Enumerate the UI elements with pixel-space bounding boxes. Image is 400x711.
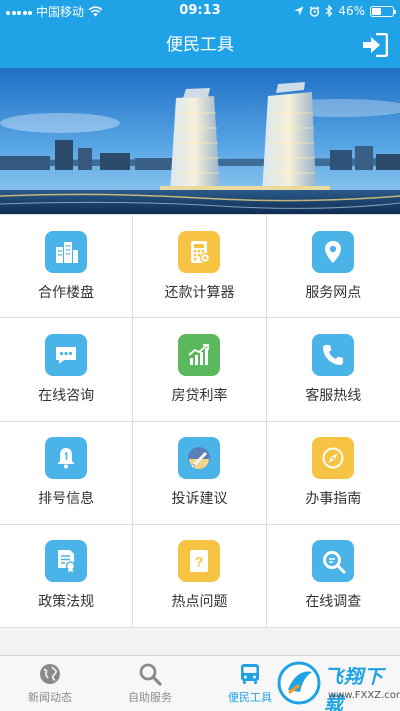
city-skyline-illustration xyxy=(0,68,400,214)
tool-item[interactable]: 投诉建议 xyxy=(133,421,267,525)
watermark-title: 飞翔下载 xyxy=(324,666,385,711)
nav-bar: 便民工具 xyxy=(0,22,400,68)
status-right: 46% xyxy=(294,0,396,22)
phone-icon xyxy=(312,333,355,376)
tool-item[interactable]: 排号信息 xyxy=(0,421,134,525)
bluetooth-icon xyxy=(325,5,333,17)
watermark: 飞翔下载 www.FXXZ.com xyxy=(276,660,400,711)
calculator-icon xyxy=(178,230,221,273)
battery-icon xyxy=(370,5,396,17)
tool-label: 热点问题 xyxy=(171,594,228,611)
svg-text:?: ? xyxy=(195,554,204,570)
tool-label: 投诉建议 xyxy=(171,491,228,508)
battery-percent: 46% xyxy=(338,4,365,18)
alarm-clock-icon xyxy=(309,5,320,17)
tool-label: 合作楼盘 xyxy=(38,284,95,301)
growth-chart-icon xyxy=(178,333,221,376)
tool-label: 办事指南 xyxy=(305,491,362,508)
logout-icon[interactable] xyxy=(362,33,388,57)
tool-item[interactable]: 客服热线 xyxy=(266,318,400,422)
tool-label: 政策法规 xyxy=(38,594,95,611)
tool-label: 服务网点 xyxy=(305,284,362,301)
tab-news[interactable]: 新闻动态 xyxy=(0,656,100,711)
watermark-logo-icon xyxy=(277,661,321,705)
battery-fill xyxy=(372,7,382,15)
tool-label: 房贷利率 xyxy=(171,387,228,404)
tool-grid: 合作楼盘 还款计算器 服务网点在线咨询 房贷利率 客服热线排号信息 投诉建议 办事指南政策法… xyxy=(0,214,400,628)
banner-image[interactable] xyxy=(0,68,400,214)
tool-item[interactable]: 在线调查 xyxy=(266,525,400,628)
status-bar: 中国移动 09:13 46% xyxy=(0,0,400,22)
tool-item[interactable]: 在线咨询 xyxy=(0,318,134,422)
bus-icon xyxy=(241,664,259,684)
location-pin-icon xyxy=(312,230,355,273)
tab-label: 便民工具 xyxy=(228,691,272,704)
location-arrow-icon xyxy=(294,6,304,16)
tool-label: 在线调查 xyxy=(305,594,362,611)
tool-item[interactable]: 办事指南 xyxy=(266,422,400,525)
tool-label: 在线咨询 xyxy=(38,387,95,404)
tool-item[interactable]: 还款计算器 xyxy=(133,215,267,319)
tool-label: 排号信息 xyxy=(38,491,95,508)
compass-icon xyxy=(312,437,355,480)
tab-self-service[interactable]: 自助服务 xyxy=(100,656,200,711)
tool-item[interactable]: ? 热点问题 xyxy=(133,524,267,628)
watermark-url: www.FXXZ.com xyxy=(328,690,400,701)
chat-bubble-icon xyxy=(45,333,88,376)
tool-label: 客服热线 xyxy=(305,387,362,404)
search-survey-icon xyxy=(312,540,355,583)
document-badge-icon xyxy=(45,540,88,583)
search-icon xyxy=(139,663,162,686)
globe-icon xyxy=(40,664,60,684)
buildings-icon xyxy=(45,230,88,273)
tool-item[interactable]: 房贷利率 xyxy=(133,318,267,422)
tool-item[interactable]: 服务网点 xyxy=(266,215,400,319)
bell-icon xyxy=(45,437,88,480)
feedback-pen-icon xyxy=(178,437,221,480)
tool-label: 还款计算器 xyxy=(164,284,235,301)
page-title: 便民工具 xyxy=(166,35,234,55)
tab-label: 自助服务 xyxy=(128,691,172,704)
tool-item[interactable]: 政策法规 xyxy=(0,524,134,628)
question-icon: ? xyxy=(178,540,221,583)
tab-label: 新闻动态 xyxy=(28,691,72,704)
tool-item[interactable]: 合作楼盘 xyxy=(0,215,134,319)
